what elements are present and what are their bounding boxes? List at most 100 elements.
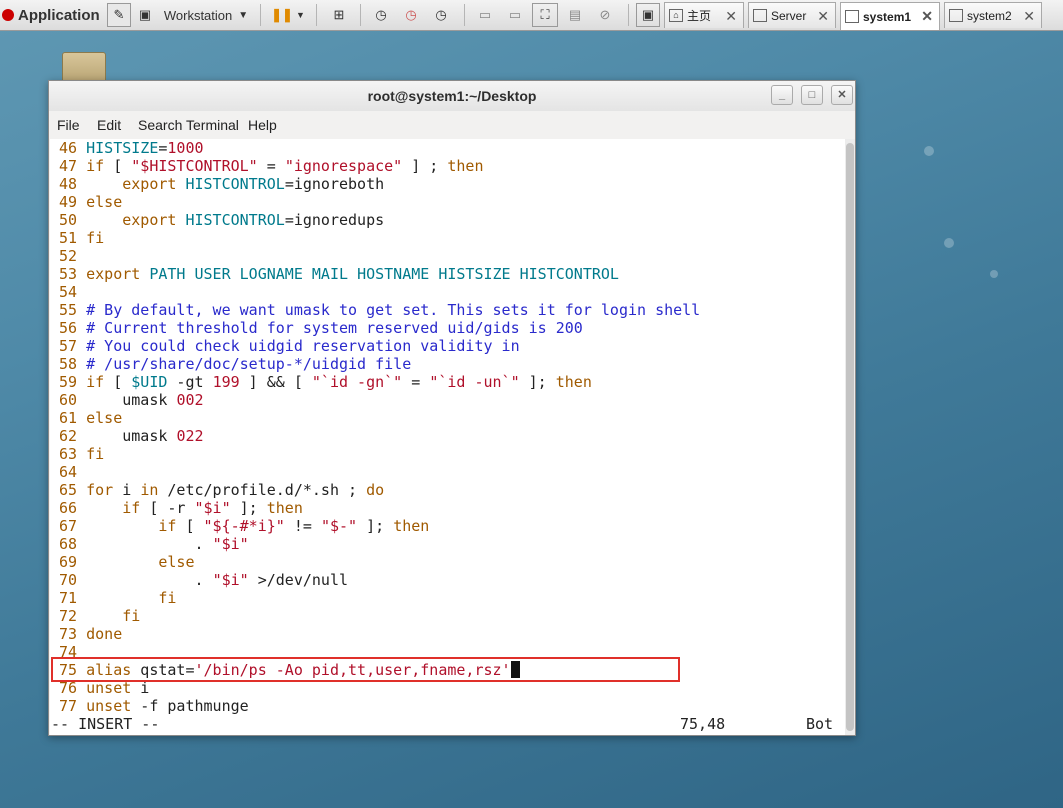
code-line: 77 unset -f pathmunge xyxy=(50,697,249,715)
menu-search[interactable]: Terminal xyxy=(186,117,239,133)
code-line: 57 # You could check uidgid reservation … xyxy=(50,337,520,355)
line-number: 64 xyxy=(50,463,78,481)
wallpaper-orb xyxy=(924,146,934,156)
vm-tab-icon xyxy=(753,9,767,22)
toolbar-separator xyxy=(260,4,261,26)
tab-server[interactable]: Server ✕ xyxy=(748,2,836,28)
sidebar-icon[interactable]: ▭ xyxy=(474,3,496,27)
line-number: 66 xyxy=(50,499,78,517)
workstation-menu[interactable]: Workstation ▼ xyxy=(160,3,252,27)
close-icon[interactable]: ✕ xyxy=(921,8,933,25)
redhat-icon xyxy=(2,9,14,21)
line-number: 53 xyxy=(50,265,78,283)
line-number: 63 xyxy=(50,445,78,463)
maximize-button[interactable]: □ xyxy=(801,85,823,105)
toolbar-separator xyxy=(360,4,361,26)
code-line: 61 else xyxy=(50,409,123,427)
toolbar-separator xyxy=(628,4,629,26)
close-icon[interactable]: ✕ xyxy=(725,8,737,25)
toolbar-separator xyxy=(316,4,317,26)
line-number: 62 xyxy=(50,427,78,445)
tab-home[interactable]: ⌂ 主页 ✕ xyxy=(664,2,744,28)
line-number: 70 xyxy=(50,571,78,589)
vim-editor[interactable]: 46 HISTSIZE=1000 47 if [ "$HISTCONTROL" … xyxy=(50,139,845,735)
code-line: 47 if [ "$HISTCONTROL" = "ignorespace" ]… xyxy=(50,157,484,175)
code-line: 46 HISTSIZE=1000 xyxy=(50,139,204,157)
menu-bar: File Edit Search Terminal Help xyxy=(49,111,855,139)
status-mode: -- INSERT -- xyxy=(51,715,160,733)
menu-terminal[interactable]: Help xyxy=(248,117,277,133)
line-number: 58 xyxy=(50,355,78,373)
code-line: 53 export PATH USER LOGNAME MAIL HOSTNAM… xyxy=(50,265,619,283)
scrollbar[interactable] xyxy=(845,139,855,735)
code-line: 58 # /usr/share/doc/setup-*/uidgid file xyxy=(50,355,412,373)
vm-icon: ▣ xyxy=(138,7,152,22)
line-number: 51 xyxy=(50,229,78,247)
vm-tab-icon xyxy=(845,10,859,23)
fullscreen-icon[interactable]: ⛶ xyxy=(532,3,558,27)
line-number: 72 xyxy=(50,607,78,625)
pause-button[interactable]: ❚❚ ▼ xyxy=(268,3,308,27)
code-line: 72 fi xyxy=(50,607,141,625)
code-line: 66 if [ -r "$i" ]; then xyxy=(50,499,303,517)
scrollbar-thumb[interactable] xyxy=(846,143,854,731)
line-number: 54 xyxy=(50,283,78,301)
library-icon[interactable]: ▣ xyxy=(636,3,660,27)
line-number: 65 xyxy=(50,481,78,499)
code-line: 54 xyxy=(50,283,86,301)
line-number: 60 xyxy=(50,391,78,409)
applications-menu[interactable]: Application xyxy=(0,3,104,27)
line-number: 56 xyxy=(50,319,78,337)
line-number: 46 xyxy=(50,139,78,157)
tab-system2[interactable]: system2 ✕ xyxy=(944,2,1042,28)
console-icon[interactable]: ▭ xyxy=(504,3,526,27)
menu-view[interactable]: Search xyxy=(138,117,182,133)
tab-label: 主页 xyxy=(687,9,712,23)
window-title: root@system1:~/Desktop xyxy=(367,88,537,104)
snapshot-manager-icon[interactable]: ◷ xyxy=(430,3,452,27)
code-line: 64 xyxy=(50,463,86,481)
no-display-icon[interactable]: ⊘ xyxy=(594,3,616,27)
code-line: 60 umask 002 xyxy=(50,391,204,409)
menu-edit[interactable]: Edit xyxy=(97,117,121,133)
code-line: 71 fi xyxy=(50,589,177,607)
line-number: 67 xyxy=(50,517,78,535)
close-button[interactable]: ✕ xyxy=(831,85,853,105)
code-line: 69 else xyxy=(50,553,195,571)
line-number: 73 xyxy=(50,625,78,643)
close-icon[interactable]: ✕ xyxy=(817,8,829,25)
terminal-window: root@system1:~/Desktop _ □ ✕ File Edit S… xyxy=(48,80,856,736)
vmware-toolbar: Application ✎ ▣ Workstation ▼ ❚❚ ▼ ⊞ ◷ ◷… xyxy=(0,0,1063,31)
pin-icon[interactable]: ✎ xyxy=(107,3,131,27)
line-number: 77 xyxy=(50,697,78,715)
chevron-down-icon: ▼ xyxy=(238,9,249,21)
workstation-label: Workstation xyxy=(163,7,233,23)
vm-tab-icon xyxy=(949,9,963,22)
line-number: 61 xyxy=(50,409,78,427)
snapshot-icon[interactable]: ◷ xyxy=(370,3,392,27)
line-number: 69 xyxy=(50,553,78,571)
code-line: 73 done xyxy=(50,625,123,643)
code-line: 63 fi xyxy=(50,445,105,463)
line-number: 59 xyxy=(50,373,78,391)
line-number: 48 xyxy=(50,175,78,193)
unity-icon[interactable]: ▤ xyxy=(564,3,586,27)
window-titlebar[interactable]: root@system1:~/Desktop _ □ ✕ xyxy=(49,81,855,111)
code-line: 51 fi xyxy=(50,229,105,247)
code-line: 65 for i in /etc/profile.d/*.sh ; do xyxy=(50,481,385,499)
line-number: 49 xyxy=(50,193,78,211)
code-line: 67 if [ "${-#*i}" != "$-" ]; then xyxy=(50,517,430,535)
tab-system1[interactable]: system1 ✕ xyxy=(840,2,940,30)
code-line: 48 export HISTCONTROL=ignoreboth xyxy=(50,175,385,193)
wallpaper-orb xyxy=(944,238,954,248)
line-number: 57 xyxy=(50,337,78,355)
menu-file[interactable]: File xyxy=(57,117,80,133)
line-number: 50 xyxy=(50,211,78,229)
network-icon[interactable]: ⊞ xyxy=(328,3,350,27)
revert-snapshot-icon[interactable]: ◷ xyxy=(400,3,422,27)
applications-label: Application xyxy=(18,6,100,24)
minimize-button[interactable]: _ xyxy=(771,85,793,105)
code-line: 56 # Current threshold for system reserv… xyxy=(50,319,583,337)
close-icon[interactable]: ✕ xyxy=(1023,8,1035,25)
tab-label: system2 xyxy=(967,8,1012,23)
